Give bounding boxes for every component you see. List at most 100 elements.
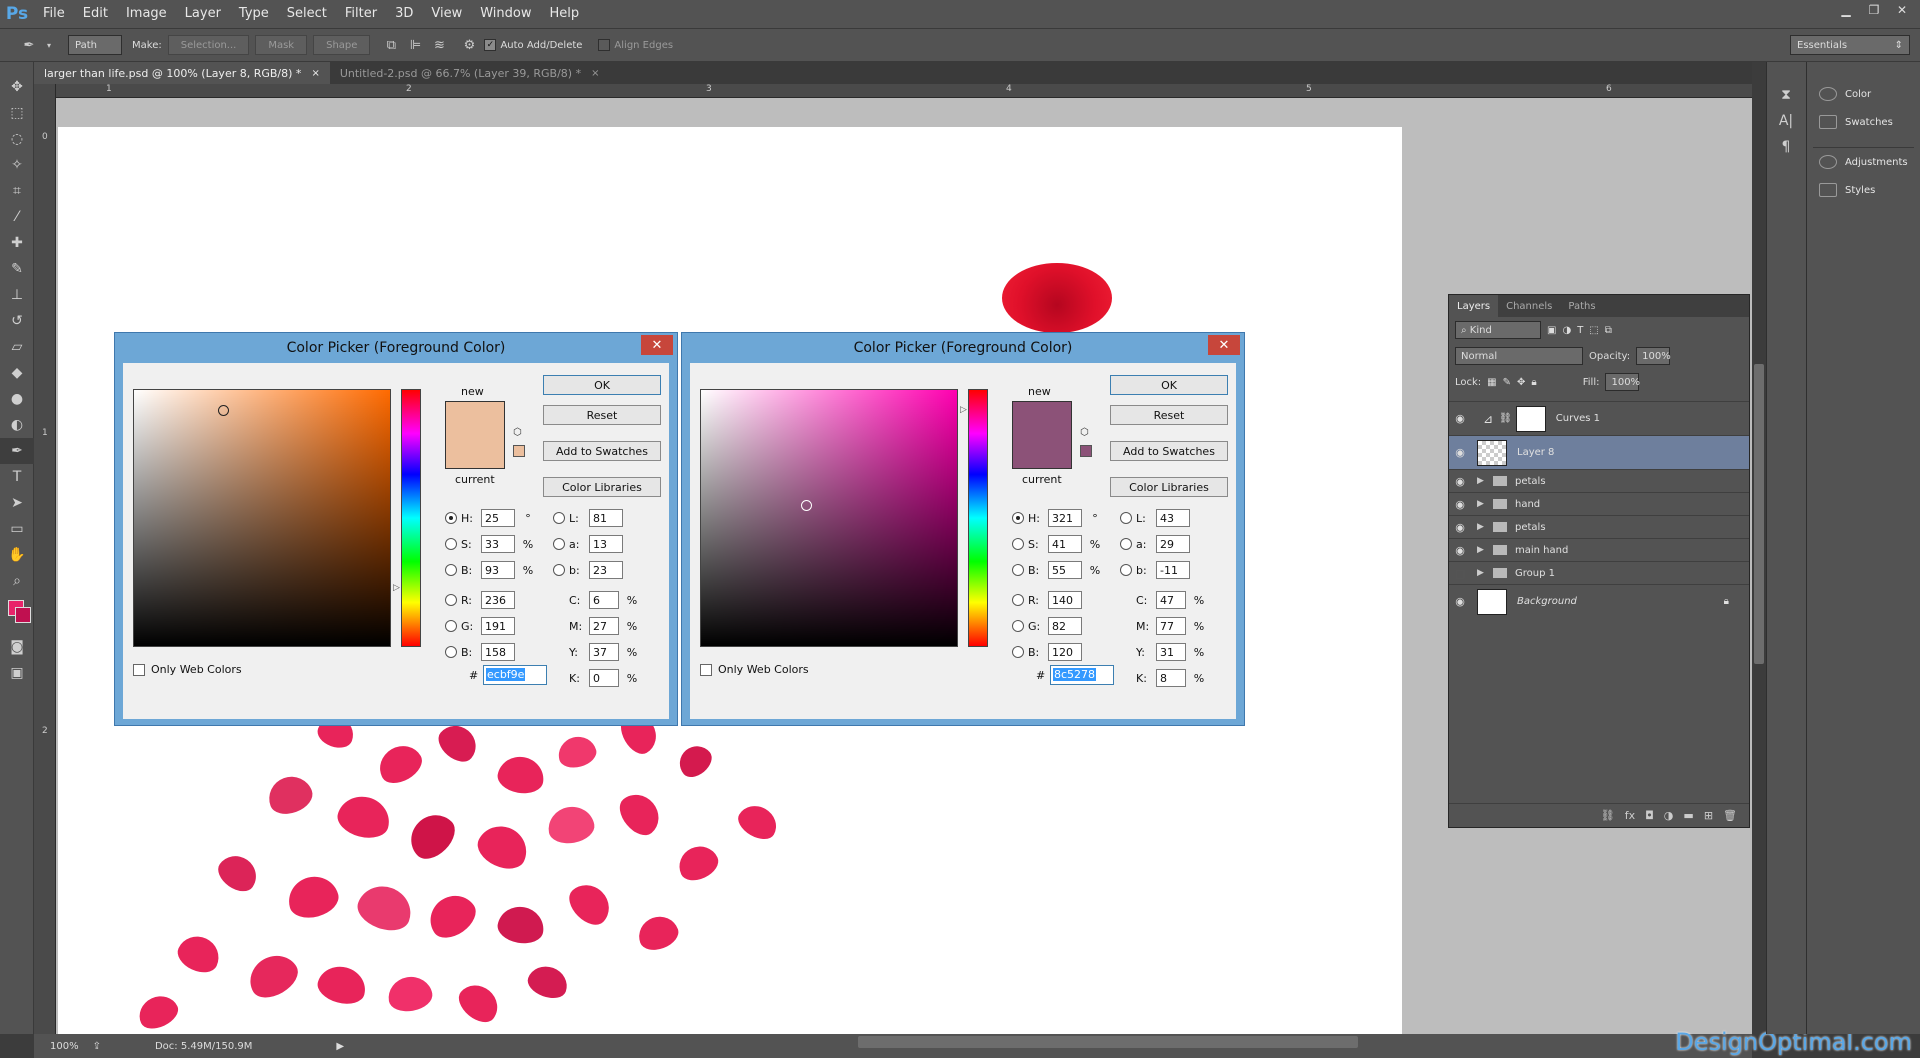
new-group-icon[interactable]: ▬ bbox=[1683, 809, 1693, 822]
only-web-colors-checkbox[interactable]: Only Web Colors bbox=[133, 663, 242, 676]
lab-b-field[interactable]: 23 bbox=[589, 561, 623, 579]
gear-icon[interactable]: ⚙ bbox=[460, 36, 478, 54]
menu-select[interactable]: Select bbox=[278, 0, 336, 28]
current-color-swatch[interactable] bbox=[1012, 435, 1072, 469]
new-adjustment-icon[interactable]: ◑ bbox=[1664, 809, 1674, 822]
make-selection-button[interactable]: Selection... bbox=[167, 35, 250, 55]
tab-channels[interactable]: Channels bbox=[1498, 295, 1560, 317]
red-radio[interactable] bbox=[1012, 594, 1024, 606]
dodge-tool-icon[interactable]: ◐ bbox=[0, 412, 34, 438]
layer-thumbnail[interactable] bbox=[1477, 588, 1507, 615]
only-web-colors-checkbox[interactable]: Only Web Colors bbox=[700, 663, 809, 676]
menu-window[interactable]: Window bbox=[471, 0, 540, 28]
pen-tool-icon[interactable]: ✒ bbox=[0, 438, 34, 464]
layer-row[interactable]: ◉ Background 🔒︎ bbox=[1449, 584, 1749, 618]
crop-tool-icon[interactable]: ⌗ bbox=[0, 178, 34, 204]
cyan-field[interactable]: 6 bbox=[589, 591, 619, 609]
red-field[interactable]: 236 bbox=[481, 591, 515, 609]
lab-l-field[interactable]: 81 bbox=[589, 509, 623, 527]
close-icon[interactable]: ✕ bbox=[1890, 0, 1914, 20]
opacity-field[interactable]: 100% bbox=[1636, 347, 1671, 365]
reset-button[interactable]: Reset bbox=[1110, 405, 1228, 425]
marquee-tool-icon[interactable]: ⬚ bbox=[0, 100, 34, 126]
layer-thumbnail[interactable] bbox=[1477, 439, 1507, 466]
hue-slider-arrow-icon[interactable]: ▷ bbox=[960, 405, 967, 415]
trash-icon[interactable]: 🗑︎ bbox=[1723, 809, 1737, 822]
minimize-icon[interactable]: ▁ bbox=[1834, 0, 1858, 20]
green-field[interactable]: 191 bbox=[481, 617, 515, 635]
new-layer-icon[interactable]: ⊞ bbox=[1704, 809, 1713, 822]
expand-arrow-icon[interactable]: ▶ bbox=[1477, 476, 1489, 486]
menu-help[interactable]: Help bbox=[541, 0, 589, 28]
path-selection-tool-icon[interactable]: ➤ bbox=[0, 490, 34, 516]
tab-paths[interactable]: Paths bbox=[1560, 295, 1603, 317]
lab-a-radio[interactable] bbox=[1120, 538, 1132, 550]
hue-radio[interactable] bbox=[445, 512, 457, 524]
paragraph-icon[interactable]: ¶ bbox=[1767, 134, 1805, 160]
expand-arrow-icon[interactable]: ▶ bbox=[1477, 568, 1489, 578]
magenta-field[interactable]: 77 bbox=[1156, 617, 1186, 635]
healing-brush-tool-icon[interactable]: ✚ bbox=[0, 230, 34, 256]
visibility-eye-icon[interactable]: ◉ bbox=[1449, 446, 1471, 459]
blue-radio[interactable] bbox=[1012, 646, 1024, 658]
lab-l-radio[interactable] bbox=[1120, 512, 1132, 524]
color-swatches[interactable] bbox=[0, 594, 33, 634]
lab-l-field[interactable]: 43 bbox=[1156, 509, 1190, 527]
hue-slider[interactable] bbox=[401, 389, 421, 647]
lab-a-radio[interactable] bbox=[553, 538, 565, 550]
visibility-off-icon[interactable]: □ bbox=[1449, 567, 1471, 580]
hue-slider[interactable] bbox=[968, 389, 988, 647]
add-to-swatches-button[interactable]: Add to Swatches bbox=[1110, 441, 1228, 461]
menu-type[interactable]: Type bbox=[230, 0, 278, 28]
make-mask-button[interactable]: Mask bbox=[255, 35, 308, 55]
lasso-tool-icon[interactable]: ◌ bbox=[0, 126, 34, 152]
path-alignment-icon[interactable]: ⊫ bbox=[406, 36, 424, 54]
lock-transparent-icon[interactable]: ▦ bbox=[1487, 377, 1496, 388]
lab-a-field[interactable]: 13 bbox=[589, 535, 623, 553]
filter-smart-object-icon[interactable]: ⧉ bbox=[1605, 325, 1612, 336]
color-panel-button[interactable]: Color bbox=[1807, 80, 1920, 108]
current-color-swatch[interactable] bbox=[445, 435, 505, 469]
brightness-field[interactable]: 93 bbox=[481, 561, 515, 579]
move-tool-icon[interactable]: ✥ bbox=[0, 74, 34, 100]
export-icon[interactable]: ⇪ bbox=[93, 1041, 101, 1052]
ok-button[interactable]: OK bbox=[1110, 375, 1228, 395]
tab-untitled-2[interactable]: Untitled-2.psd @ 66.7% (Layer 39, RGB/8)… bbox=[330, 62, 610, 84]
kind-filter-select[interactable]: ⌕ Kind bbox=[1455, 321, 1541, 339]
blue-field[interactable]: 120 bbox=[1048, 643, 1082, 661]
menu-3d[interactable]: 3D bbox=[386, 0, 422, 28]
saturation-radio[interactable] bbox=[445, 538, 457, 550]
lock-position-icon[interactable]: ✥ bbox=[1517, 377, 1525, 388]
link-layers-icon[interactable]: ⛓ bbox=[1601, 809, 1615, 822]
eraser-tool-icon[interactable]: ▱ bbox=[0, 334, 34, 360]
chevron-down-icon[interactable]: ▾ bbox=[44, 36, 54, 54]
align-edges-checkbox[interactable]: Align Edges bbox=[598, 39, 673, 51]
reset-button[interactable]: Reset bbox=[543, 405, 661, 425]
type-tool-icon[interactable]: T bbox=[0, 464, 34, 490]
layer-row[interactable]: ◉ ⊿ ⛓ Curves 1 bbox=[1449, 401, 1749, 435]
menu-layer[interactable]: Layer bbox=[176, 0, 230, 28]
zoom-tool-icon[interactable]: ⌕ bbox=[0, 568, 34, 594]
zoom-level[interactable]: 100% bbox=[50, 1041, 79, 1052]
saturation-field[interactable]: 41 bbox=[1048, 535, 1082, 553]
rectangle-tool-icon[interactable]: ▭ bbox=[0, 516, 34, 542]
character-icon[interactable]: A| bbox=[1767, 108, 1805, 134]
play-arrow-icon[interactable]: ▶ bbox=[336, 1041, 344, 1052]
close-icon[interactable]: × bbox=[591, 68, 599, 79]
color-libraries-button[interactable]: Color Libraries bbox=[1110, 477, 1228, 497]
fx-icon[interactable]: fx bbox=[1625, 809, 1635, 822]
menu-edit[interactable]: Edit bbox=[74, 0, 117, 28]
filter-type-icon[interactable]: T bbox=[1577, 325, 1583, 336]
history-icon[interactable]: ⧗ bbox=[1767, 82, 1805, 108]
path-arrangement-icon[interactable]: ≋ bbox=[430, 36, 448, 54]
ok-button[interactable]: OK bbox=[543, 375, 661, 395]
blue-field[interactable]: 158 bbox=[481, 643, 515, 661]
close-icon[interactable]: × bbox=[311, 68, 319, 79]
visibility-eye-icon[interactable]: ◉ bbox=[1449, 412, 1471, 425]
make-shape-button[interactable]: Shape bbox=[313, 35, 371, 55]
visibility-eye-icon[interactable]: ◉ bbox=[1449, 544, 1471, 557]
hue-slider-arrow-icon[interactable]: ▷ bbox=[393, 583, 400, 593]
lab-a-field[interactable]: 29 bbox=[1156, 535, 1190, 553]
lock-pixels-icon[interactable]: ✎ bbox=[1503, 377, 1511, 388]
magenta-field[interactable]: 27 bbox=[589, 617, 619, 635]
